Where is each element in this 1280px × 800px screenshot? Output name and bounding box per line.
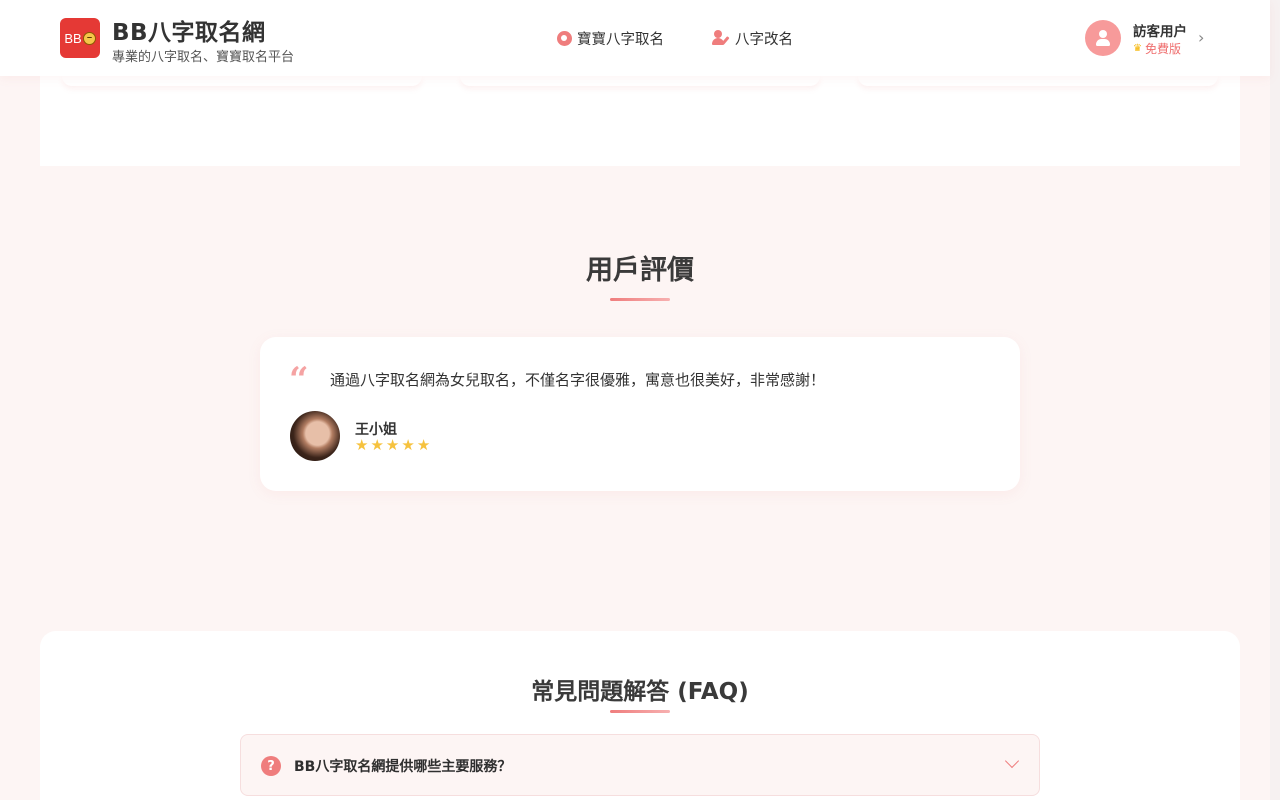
nav-rename[interactable]: 八字改名: [712, 28, 793, 48]
user-menu[interactable]: 訪客用户 ♛ 免費版 ›: [1085, 20, 1215, 56]
user-edit-icon: [712, 30, 730, 46]
rating-stars: ★ ★ ★ ★ ★: [355, 436, 430, 454]
page: BB BB八字取名網 專業的八字取名、寶寶取名平台 寶寶八字取名 八字改名 訪客…: [0, 0, 1280, 800]
nav-label: 寶寶八字取名: [577, 31, 664, 48]
feature-card: [62, 76, 422, 86]
chevron-down-icon: [1004, 753, 1020, 769]
faq-title: 常見問題解答 (FAQ): [531, 679, 749, 705]
star-icon: ★: [370, 436, 384, 454]
star-icon: ★: [401, 436, 415, 454]
brand-subtitle: 專業的八字取名、寶寶取名平台: [112, 50, 295, 65]
user-avatar-icon: [1085, 20, 1121, 56]
reviews-title: 用戶評價: [586, 255, 694, 286]
feature-card: [858, 76, 1218, 86]
faq-item[interactable]: ? BB八字取名網提供哪些主要服務？: [240, 734, 1040, 796]
star-icon: ★: [416, 436, 431, 454]
quote-icon: “: [289, 360, 309, 400]
reviewer-avatar: [290, 411, 340, 461]
user-name: 訪客用户: [1133, 24, 1187, 40]
brand-title[interactable]: BB八字取名網: [112, 13, 266, 47]
title-underline: [610, 710, 670, 713]
nav-baby-naming[interactable]: 寶寶八字取名: [557, 28, 664, 48]
logo[interactable]: BB: [60, 18, 100, 58]
title-underline: [610, 298, 670, 301]
plan-label: 免費版: [1144, 42, 1181, 56]
nav-label: 八字改名: [735, 31, 793, 48]
logo-text: BB: [64, 30, 82, 46]
review-card: “ 通過八字取名網為女兒取名，不僅名字很優雅，寓意也很美好，非常感謝！ 王小姐 …: [260, 337, 1020, 491]
review-text: 通過八字取名網為女兒取名，不僅名字很優雅，寓意也很美好，非常感謝！: [330, 371, 826, 389]
site-header: BB BB八字取名網 專業的八字取名、寶寶取名平台 寶寶八字取名 八字改名 訪客…: [0, 0, 1270, 76]
chevron-right-icon: ›: [1198, 28, 1205, 47]
scrollbar[interactable]: [1270, 0, 1280, 800]
crown-icon: ♛: [1133, 43, 1142, 54]
question-icon: ?: [261, 756, 281, 776]
baby-icon: [557, 30, 572, 46]
user-plan: ♛ 免費版: [1133, 40, 1181, 57]
faq-question: BB八字取名網提供哪些主要服務？: [294, 759, 512, 775]
star-icon: ★: [355, 436, 369, 454]
star-icon: ★: [385, 436, 400, 454]
features-section: [40, 76, 1240, 166]
feature-card: [460, 76, 820, 86]
baby-face-icon: [82, 31, 96, 45]
